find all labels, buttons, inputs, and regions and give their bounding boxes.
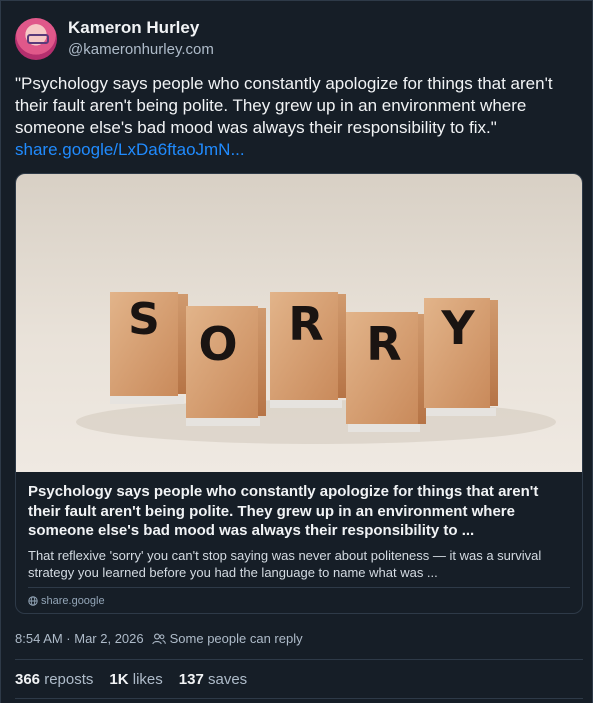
link-card-title: Psychology says people who constantly ap…	[28, 483, 539, 539]
block-letter: O	[198, 317, 237, 371]
avatar[interactable]	[15, 18, 57, 60]
reply-setting[interactable]: Some people can reply	[151, 631, 303, 646]
link-card-domain-text: share.google	[41, 594, 105, 607]
saves-count: 137	[178, 671, 204, 688]
block-r2: R	[346, 312, 426, 432]
block-letter: R	[288, 297, 323, 351]
likes-stat[interactable]: 1K likes	[109, 671, 162, 688]
reposts-count: 366	[15, 671, 41, 688]
people-icon	[151, 633, 166, 644]
saves-label: saves	[207, 671, 248, 688]
post-text: "Psychology says people who constantly a…	[15, 73, 580, 161]
likes-count: 1K	[109, 671, 129, 688]
link-card-thumbnail: S O R R Y	[16, 174, 582, 472]
likes-label: likes	[132, 671, 163, 688]
stats-divider-bottom	[15, 698, 583, 699]
link-card-divider	[28, 586, 570, 588]
block-letter: S	[128, 294, 160, 345]
stats-divider-top	[15, 659, 583, 660]
block-letter: R	[366, 317, 401, 371]
reposts-stat[interactable]: 366 reposts	[15, 671, 93, 688]
post-thread-item: Kameron Hurley @kameronhurley.com "Psych…	[0, 0, 593, 703]
reposts-label: reposts	[44, 671, 94, 688]
link-card[interactable]: S O R R Y Psychology says people who con…	[15, 173, 583, 614]
post-timestamp[interactable]: 8:54 AM · Mar 2, 2026	[15, 631, 144, 646]
block-letter: Y	[440, 301, 475, 355]
link-card-body: Psychology says people who constantly ap…	[16, 472, 582, 607]
block-o: O	[186, 306, 266, 426]
block-y: Y	[424, 298, 498, 416]
post-meta: 8:54 AM · Mar 2, 2026 Some people can re…	[15, 631, 303, 646]
block-s: S	[110, 292, 188, 404]
engagement-stats: 366 reposts 1K likes 137 saves	[15, 671, 263, 688]
link-card-domain: share.google	[28, 595, 570, 607]
post-body: "Psychology says people who constantly a…	[15, 74, 553, 137]
reply-setting-label: Some people can reply	[169, 631, 303, 646]
post-header: Kameron Hurley @kameronhurley.com	[15, 18, 214, 60]
author-names: Kameron Hurley @kameronhurley.com	[68, 18, 214, 60]
author-display-name[interactable]: Kameron Hurley	[68, 18, 214, 38]
author-handle[interactable]: @kameronhurley.com	[68, 40, 214, 60]
link-card-description: That reflexive 'sorry' you can't stop sa…	[28, 547, 542, 581]
saves-stat[interactable]: 137 saves	[179, 671, 247, 688]
globe-icon	[28, 595, 38, 606]
block-r1: R	[270, 292, 346, 408]
post-link[interactable]: share.google/LxDa6ftaoJmN...	[15, 139, 245, 161]
